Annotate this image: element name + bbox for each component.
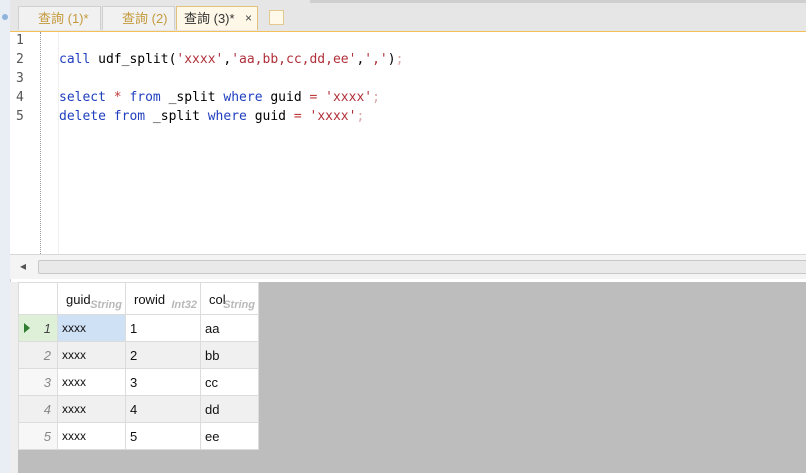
line-number: 1 [16,33,24,48]
row-number[interactable]: 2 [18,341,58,369]
cell-guid[interactable]: xxxx [57,341,126,369]
cell-rowid[interactable]: 5 [125,422,201,450]
table-row[interactable]: 1 xxxx 1 aa [18,314,259,342]
tab-label: 查詢 (1)* [38,11,89,26]
keyword: select [59,90,106,105]
line-number: 3 [16,71,24,86]
sql-editor[interactable]: 1 2 3 4 5 call udf_split('xxxx','aa,bb,c… [10,32,806,254]
close-tab-icon[interactable]: × [245,7,252,30]
tab-bar-top-border [310,0,806,3]
string-literal: 'xxxx' [309,109,357,124]
results-panel: guid String rowid Int32 col String 1 xxxx 1… [18,282,806,473]
tab-query-2[interactable]: 查詢 (2) [102,6,175,30]
cell-rowid[interactable]: 1 [125,314,201,342]
keyword: where [223,90,263,105]
grid-header-row: guid String rowid Int32 col String [18,282,259,315]
keyword: call [59,52,91,67]
row-header-corner[interactable] [18,282,58,315]
line-number: 2 [16,52,24,67]
code-text: _split [160,90,224,105]
cell-col[interactable]: dd [200,395,259,423]
string-literal: 'xxxx' [325,90,373,105]
code-text: guid [246,109,294,124]
column-header-guid[interactable]: guid String [57,282,126,315]
column-name: guid [66,292,91,307]
column-name: rowid [134,292,166,307]
keyword: from [129,90,161,105]
cell-rowid[interactable]: 2 [125,341,201,369]
string-literal: ',' [364,52,388,67]
semicolon: ; [395,52,404,67]
cell-rowid[interactable]: 3 [125,368,201,396]
semicolon: ; [372,90,380,105]
cell-guid[interactable]: xxxx [57,422,126,450]
results-grid: guid String rowid Int32 col String 1 xxxx 1… [18,282,259,450]
table-row[interactable]: 2 xxxx 2 bb [18,341,259,369]
row-number[interactable]: 1 [18,314,58,342]
keyword: from [113,109,146,124]
cell-guid[interactable]: xxxx [57,395,126,423]
line-number: 4 [16,90,24,105]
cell-rowid[interactable]: 4 [125,395,201,423]
column-type: String [223,299,255,311]
horizontal-scrollbar[interactable]: ◂ [10,254,806,279]
operator: * [105,90,130,105]
gutter-fold-line [40,32,41,254]
column-type: Int32 [171,299,197,311]
code-line-2: call udf_split('xxxx','aa,bb,cc,dd,ee','… [59,52,403,67]
code-line-4: select * from _split where guid = 'xxxx'… [59,90,380,105]
column-type: String [90,299,122,311]
cell-guid[interactable]: xxxx [57,368,126,396]
line-number-gutter: 1 2 3 4 5 [10,32,40,254]
query-tab-bar: 查詢 (1)* 查詢 (2) 查詢 (3)* × [10,0,806,32]
operator: = [293,109,302,124]
keyword: delete [59,109,106,124]
code-text: _split [145,109,208,124]
current-row-arrow-icon [24,323,30,333]
row-number[interactable]: 3 [18,368,58,396]
code-line-5: delete from _split where guid = 'xxxx'; [59,109,364,124]
tab-query-1[interactable]: 查詢 (1)* [18,6,101,30]
cell-col[interactable]: ee [200,422,259,450]
code-text: guid [262,90,310,105]
code-text: ) [387,52,396,67]
table-row[interactable]: 4 xxxx 4 dd [18,395,259,423]
tab-label: 查詢 (3)* [184,11,235,26]
row-number[interactable]: 5 [18,422,58,450]
tab-label: 查詢 (2) [122,11,168,26]
cell-guid[interactable]: xxxx [57,314,126,342]
table-row[interactable]: 5 xxxx 5 ee [18,422,259,450]
cell-col[interactable]: bb [200,341,259,369]
new-tab-button[interactable] [269,10,284,25]
table-row[interactable]: 3 xxxx 3 cc [18,368,259,396]
edge-marker-icon [2,14,8,20]
code-text: udf_split( [90,52,177,67]
string-literal: 'aa,bb,cc,dd,ee' [231,52,357,67]
semicolon: ; [356,109,365,124]
row-number[interactable]: 4 [18,395,58,423]
column-header-col[interactable]: col String [200,282,259,315]
scroll-left-arrow-icon[interactable]: ◂ [20,259,26,273]
row-number-label: 1 [43,320,51,336]
cell-col[interactable]: cc [200,368,259,396]
string-literal: 'xxxx' [176,52,224,67]
keyword: where [207,109,247,124]
tab-query-3[interactable]: 查詢 (3)* × [176,6,258,30]
results-left-border [10,282,18,473]
column-header-rowid[interactable]: rowid Int32 [125,282,201,315]
scroll-thumb[interactable] [38,260,806,274]
cell-col[interactable]: aa [200,314,259,342]
line-number: 5 [16,109,24,124]
